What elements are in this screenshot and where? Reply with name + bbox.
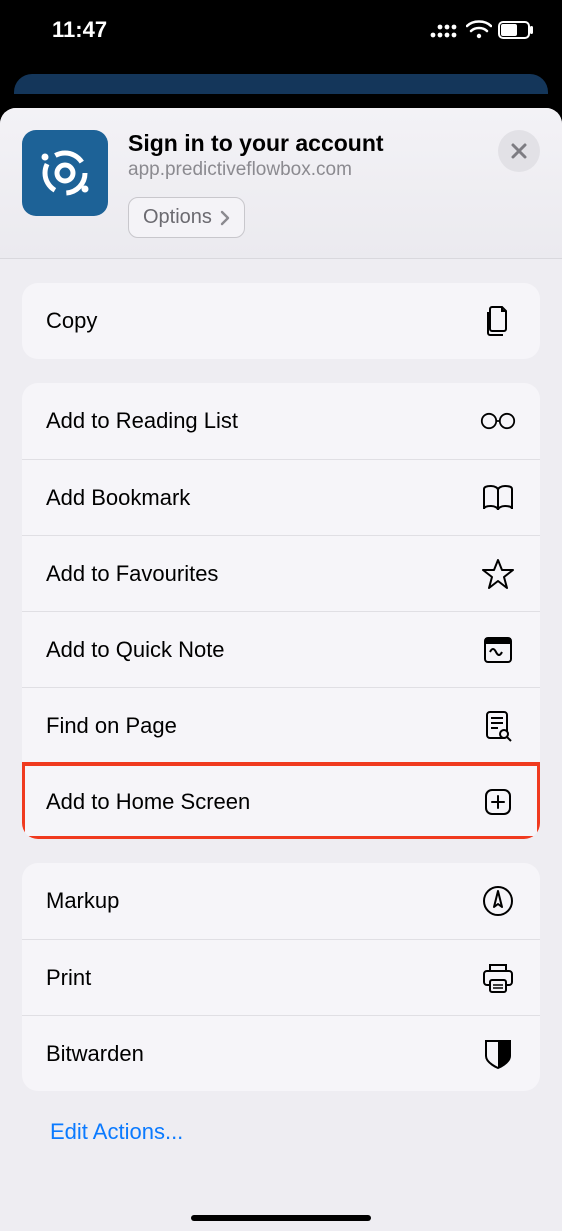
print-label: Print — [46, 965, 480, 991]
markup-row[interactable]: Markup — [22, 863, 540, 939]
add-to-favourites-row[interactable]: Add to Favourites — [22, 535, 540, 611]
home-screen-label: Add to Home Screen — [46, 789, 480, 815]
copy-icon — [480, 304, 516, 338]
find-on-page-row[interactable]: Find on Page — [22, 687, 540, 763]
sheet-subtitle: app.predictiveflowbox.com — [128, 159, 540, 181]
star-icon — [480, 558, 516, 590]
find-label: Find on Page — [46, 713, 480, 739]
home-indicator — [191, 1215, 371, 1221]
app-icon — [22, 130, 108, 216]
status-bar: 11:47 — [0, 0, 562, 60]
copy-label: Copy — [46, 308, 480, 334]
favourites-label: Add to Favourites — [46, 561, 480, 587]
status-icons — [430, 20, 534, 40]
options-label: Options — [143, 206, 212, 229]
bitwarden-icon — [480, 1038, 516, 1070]
add-to-reading-list-row[interactable]: Add to Reading List — [22, 383, 540, 459]
edit-actions-link[interactable]: Edit Actions... — [22, 1115, 540, 1145]
action-group-3: Markup Print Bitwarden — [22, 863, 540, 1091]
close-icon — [510, 142, 528, 160]
plus-square-icon — [480, 787, 516, 817]
background-sliver — [0, 74, 562, 108]
find-on-page-icon — [480, 710, 516, 742]
close-button[interactable] — [498, 130, 540, 172]
sheet-title: Sign in to your account — [128, 130, 540, 157]
add-to-home-screen-row[interactable]: Add to Home Screen — [22, 763, 540, 839]
glasses-icon — [480, 411, 516, 431]
battery-icon — [498, 21, 534, 39]
markup-icon — [480, 885, 516, 917]
add-to-quick-note-row[interactable]: Add to Quick Note — [22, 611, 540, 687]
chevron-right-icon — [220, 210, 230, 226]
bitwarden-row[interactable]: Bitwarden — [22, 1015, 540, 1091]
printer-icon — [480, 962, 516, 994]
edit-actions-label: Edit Actions... — [50, 1119, 183, 1144]
copy-row[interactable]: Copy — [22, 283, 540, 359]
book-icon — [480, 484, 516, 512]
share-sheet: Sign in to your account app.predictivefl… — [0, 108, 562, 1231]
bitwarden-label: Bitwarden — [46, 1041, 480, 1067]
print-row[interactable]: Print — [22, 939, 540, 1015]
bookmark-label: Add Bookmark — [46, 485, 480, 511]
reading-list-label: Add to Reading List — [46, 408, 480, 434]
markup-label: Markup — [46, 888, 480, 914]
status-time: 11:47 — [52, 17, 107, 43]
quick-note-label: Add to Quick Note — [46, 637, 480, 663]
action-group-2: Add to Reading List Add Bookmark Add to … — [22, 383, 540, 839]
wifi-icon — [466, 20, 492, 40]
quick-note-icon — [480, 636, 516, 664]
sheet-header: Sign in to your account app.predictivefl… — [0, 108, 562, 259]
cellular-icon — [430, 21, 460, 39]
action-group-1: Copy — [22, 283, 540, 359]
add-bookmark-row[interactable]: Add Bookmark — [22, 459, 540, 535]
options-button[interactable]: Options — [128, 197, 245, 238]
